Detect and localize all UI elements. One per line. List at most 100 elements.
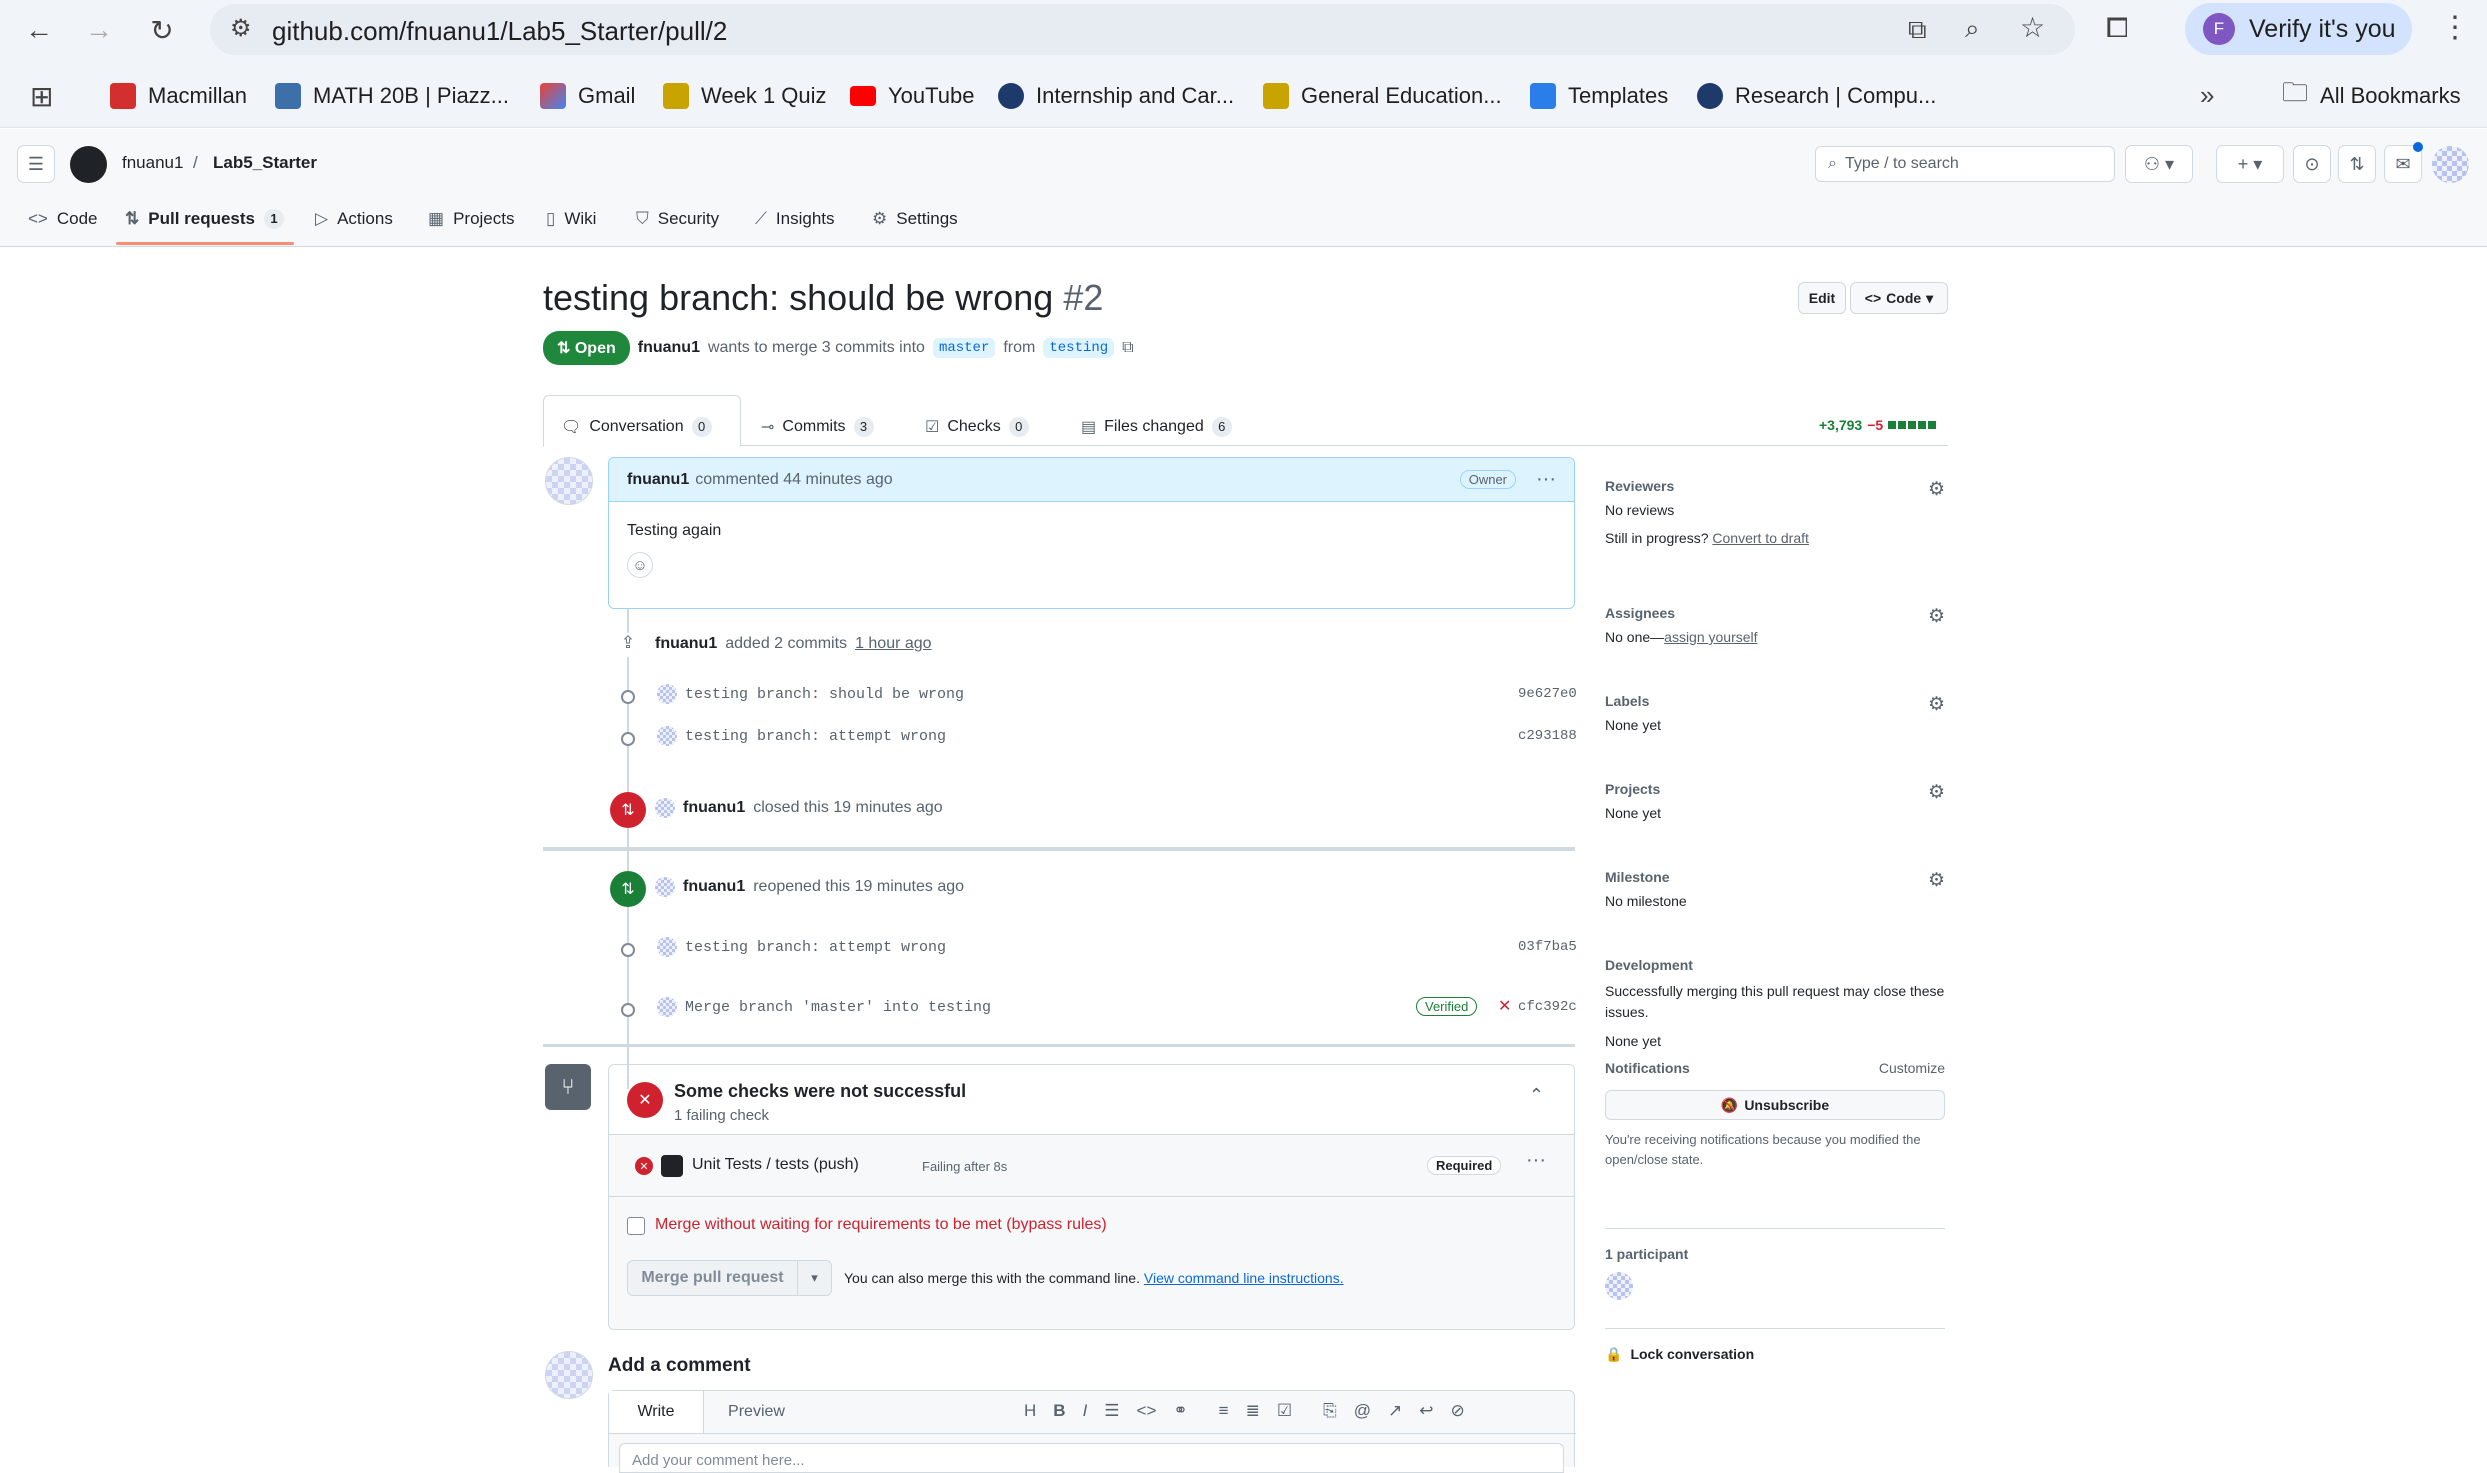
tab-commits[interactable]: ⊸ Commits 3 (761, 407, 874, 447)
more-options-icon[interactable]: ··· (1536, 468, 1556, 491)
zoom-icon[interactable]: ⌕ (1965, 13, 1980, 45)
assign-yourself-link[interactable]: assign yourself (1664, 629, 1757, 645)
tab-security[interactable]: ⛉ Security (636, 209, 719, 229)
comment-author[interactable]: fnuanu1 (627, 471, 689, 489)
unsubscribe-button[interactable]: 🔕 Unsubscribe (1605, 1090, 1945, 1120)
bookmark-week1-quiz[interactable]: Week 1 Quiz (663, 78, 827, 114)
comment-textarea[interactable]: Add your comment here... (619, 1443, 1564, 1473)
commit-sha[interactable]: cfc392c (1518, 999, 1577, 1015)
check-more-icon[interactable]: ··· (1526, 1149, 1546, 1172)
commit-row[interactable]: Merge branch 'master' into testing (657, 997, 991, 1017)
tab-insights[interactable]: ⟋ Insights (755, 209, 835, 229)
bookmark-internship[interactable]: Internship and Car... (998, 78, 1234, 114)
event-author[interactable]: fnuanu1 (655, 635, 717, 653)
heading-icon[interactable]: H (1024, 1401, 1036, 1421)
address-bar[interactable]: ⚙ github.com/fnuanu1/Lab5_Starter/pull/2… (210, 4, 2075, 55)
tab-conversation[interactable]: 🗨 Conversation 0 (561, 407, 712, 447)
task-list-icon[interactable]: ☑ (1277, 1401, 1292, 1421)
bookmark-general-education[interactable]: General Education... (1263, 78, 1502, 114)
comment-avatar[interactable] (545, 457, 593, 505)
customize-link[interactable]: Customize (1879, 1060, 1945, 1076)
user-avatar[interactable] (2432, 146, 2469, 183)
bookmark-macmillan[interactable]: Macmillan (110, 78, 247, 114)
event-author[interactable]: fnuanu1 (683, 878, 745, 896)
bookmark-gmail[interactable]: Gmail (540, 78, 635, 114)
event-author[interactable]: fnuanu1 (683, 799, 745, 817)
preview-tab[interactable]: Preview (704, 1391, 809, 1433)
attachment-icon[interactable]: ⎘ (1323, 1401, 1337, 1421)
tab-projects[interactable]: ▦ Projects (428, 209, 514, 229)
more-bookmarks-icon[interactable]: » (2200, 80, 2214, 111)
reload-icon[interactable]: ↻ (140, 8, 184, 52)
github-logo-icon[interactable] (70, 146, 107, 183)
apps-grid-icon[interactable]: ⊞ (30, 80, 53, 113)
reviewers-title[interactable]: Reviewers (1605, 478, 1945, 494)
tab-pull-requests[interactable]: ⇅ Pull requests 1 (125, 209, 285, 229)
issues-icon[interactable]: ⊙ (2293, 145, 2331, 183)
tab-settings[interactable]: ⚙ Settings (872, 209, 958, 229)
commit-message[interactable]: Merge branch 'master' into testing (685, 999, 991, 1016)
merge-options-chevron-icon[interactable]: ▾ (798, 1261, 831, 1295)
copilot-button[interactable]: ⚇ ▾ (2125, 145, 2193, 183)
italic-icon[interactable]: I (1083, 1401, 1088, 1421)
tab-actions[interactable]: ▷ Actions (315, 209, 393, 229)
reply-icon[interactable]: ↩ (1419, 1401, 1433, 1421)
code-icon[interactable]: <> (1137, 1401, 1157, 1421)
commit-sha[interactable]: c293188 (1518, 728, 1577, 744)
check-name[interactable]: Unit Tests / tests (push) (692, 1156, 859, 1174)
star-icon[interactable]: ☆ (2020, 11, 2045, 44)
base-branch[interactable]: master (932, 338, 996, 358)
bypass-label[interactable]: Merge without waiting for requirements t… (655, 1216, 1107, 1234)
create-new-button[interactable]: + ▾ (2216, 145, 2284, 183)
add-reaction-icon[interactable]: ☺ (627, 552, 653, 578)
commit-message[interactable]: testing branch: attempt wrong (685, 728, 946, 745)
commit-row[interactable]: testing branch: attempt wrong (657, 937, 946, 957)
slash-commands-icon[interactable]: ⊘ (1450, 1401, 1464, 1421)
cli-instructions-link[interactable]: View command line instructions. (1144, 1270, 1344, 1286)
quote-icon[interactable]: ☰ (1104, 1401, 1119, 1421)
url-text[interactable]: github.com/fnuanu1/Lab5_Starter/pull/2 (272, 16, 727, 47)
bookmark-piazza[interactable]: MATH 20B | Piazz... (275, 78, 509, 114)
assignees-title[interactable]: Assignees (1605, 605, 1945, 621)
code-dropdown-button[interactable]: <> Code ▾ (1850, 282, 1948, 314)
edit-title-button[interactable]: Edit (1798, 282, 1846, 314)
commit-sha[interactable]: 9e627e0 (1518, 686, 1577, 702)
bulleted-list-icon[interactable]: ≣ (1246, 1401, 1260, 1421)
gear-icon[interactable]: ⚙ (1928, 781, 1945, 804)
extensions-icon[interactable]: ⧠ (2106, 12, 2128, 45)
bookmark-research[interactable]: Research | Compu... (1697, 78, 1936, 114)
commit-sha[interactable]: 03f7ba5 (1518, 939, 1577, 955)
commit-message[interactable]: testing branch: attempt wrong (685, 939, 946, 956)
forward-icon[interactable]: → (77, 8, 121, 52)
tab-code[interactable]: <> Code (28, 209, 98, 229)
repo-owner-link[interactable]: fnuanu1 (122, 153, 183, 173)
pull-requests-icon[interactable]: ⇅ (2338, 145, 2376, 183)
write-tab[interactable]: Write (609, 1391, 704, 1433)
projects-title[interactable]: Projects (1605, 781, 1945, 797)
failed-x-icon[interactable]: ✕ (1498, 996, 1511, 1016)
participant-avatar[interactable] (1605, 1272, 1633, 1300)
commit-row[interactable]: testing branch: should be wrong (657, 684, 964, 704)
labels-title[interactable]: Labels (1605, 693, 1945, 709)
event-time[interactable]: 1 hour ago (855, 635, 932, 653)
commit-message[interactable]: testing branch: should be wrong (685, 686, 964, 703)
gear-icon[interactable]: ⚙ (1928, 693, 1945, 716)
merge-pull-request-button[interactable]: Merge pull request (628, 1261, 798, 1295)
collapse-chevron-icon[interactable]: ⌃ (1529, 1085, 1544, 1106)
convert-to-draft-link[interactable]: Convert to draft (1712, 530, 1809, 546)
head-branch[interactable]: testing (1043, 338, 1115, 358)
lock-conversation[interactable]: 🔒 Lock conversation (1605, 1346, 1945, 1363)
bypass-checkbox[interactable] (627, 1217, 645, 1235)
link-icon[interactable]: ⚭ (1173, 1401, 1187, 1421)
back-icon[interactable]: ← (17, 8, 61, 52)
tab-wiki[interactable]: ▯ Wiki (546, 209, 596, 229)
verify-button[interactable]: F Verify it's you (2185, 3, 2412, 55)
reference-icon[interactable]: ↗ (1388, 1401, 1402, 1421)
open-in-app-icon[interactable]: ⧉ (1908, 14, 1927, 46)
gear-icon[interactable]: ⚙ (1928, 605, 1945, 628)
mention-icon[interactable]: @ (1354, 1401, 1371, 1421)
commit-row[interactable]: testing branch: attempt wrong (657, 726, 946, 746)
gear-icon[interactable]: ⚙ (1928, 869, 1945, 892)
search-input[interactable]: ⌕ Type / to search (1815, 146, 2115, 182)
hamburger-menu-icon[interactable]: ☰ (17, 145, 55, 183)
